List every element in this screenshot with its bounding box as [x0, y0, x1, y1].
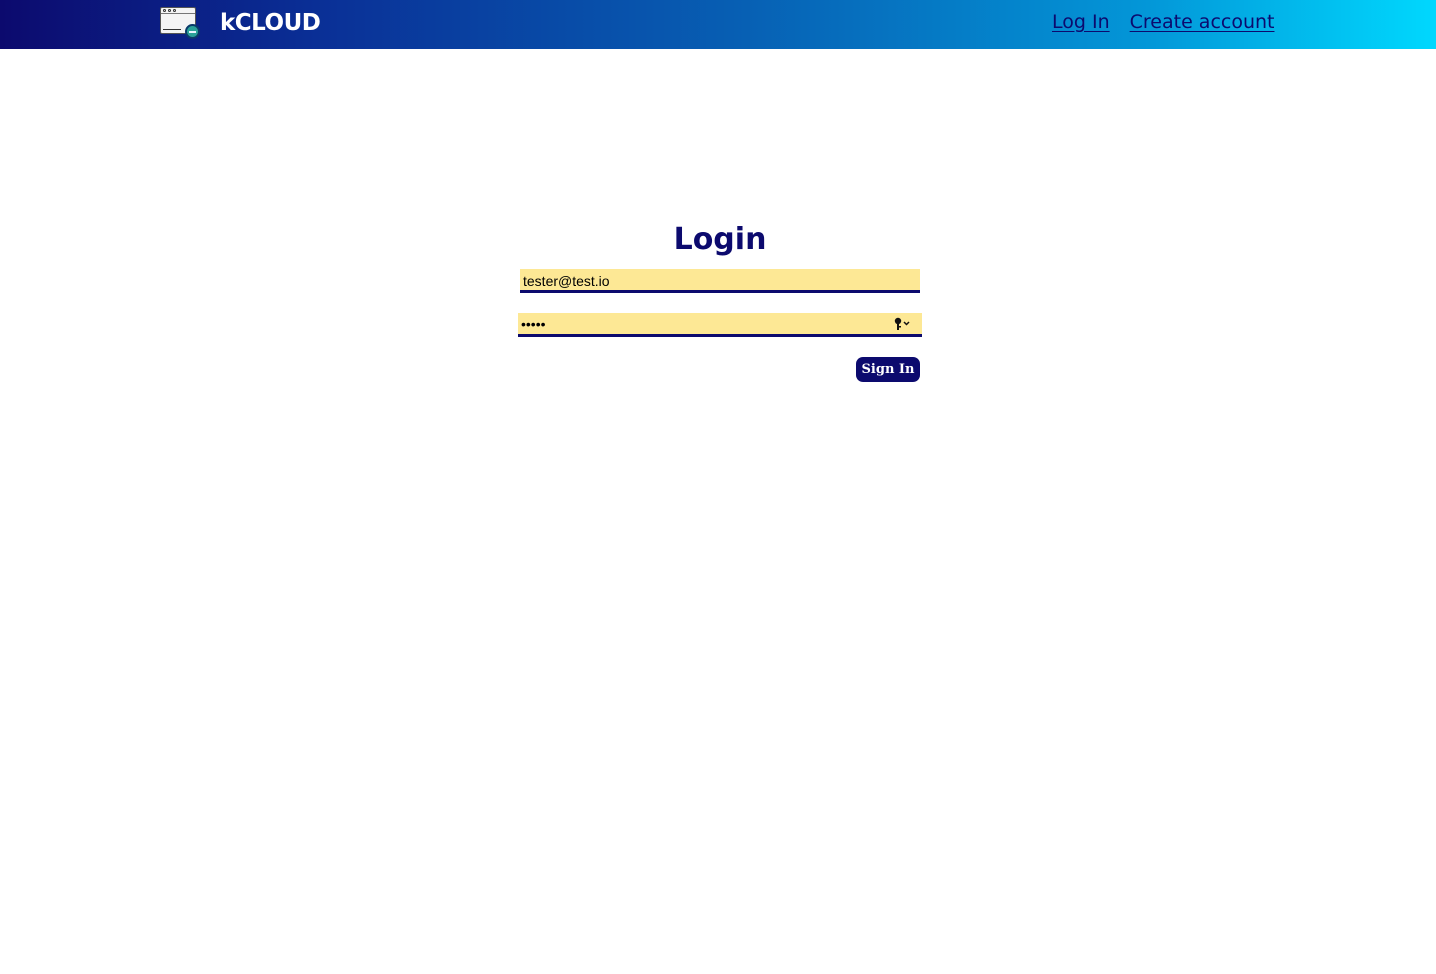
- brand-name: kCLOUD: [220, 9, 321, 36]
- key-icon[interactable]: [894, 317, 912, 331]
- top-navbar: kCLOUD Log In Create account: [0, 0, 1436, 49]
- login-link[interactable]: Log In: [1052, 11, 1110, 33]
- password-field[interactable]: [518, 313, 922, 337]
- password-field-wrapper: [518, 313, 922, 337]
- email-field[interactable]: [520, 269, 920, 293]
- sign-in-button[interactable]: Sign In: [856, 357, 920, 382]
- browser-window-logo-icon: [160, 6, 200, 39]
- brand[interactable]: kCLOUD: [160, 6, 321, 39]
- page-title: Login: [673, 222, 767, 257]
- create-account-link[interactable]: Create account: [1130, 11, 1275, 33]
- header-nav: Log In Create account: [1052, 11, 1275, 33]
